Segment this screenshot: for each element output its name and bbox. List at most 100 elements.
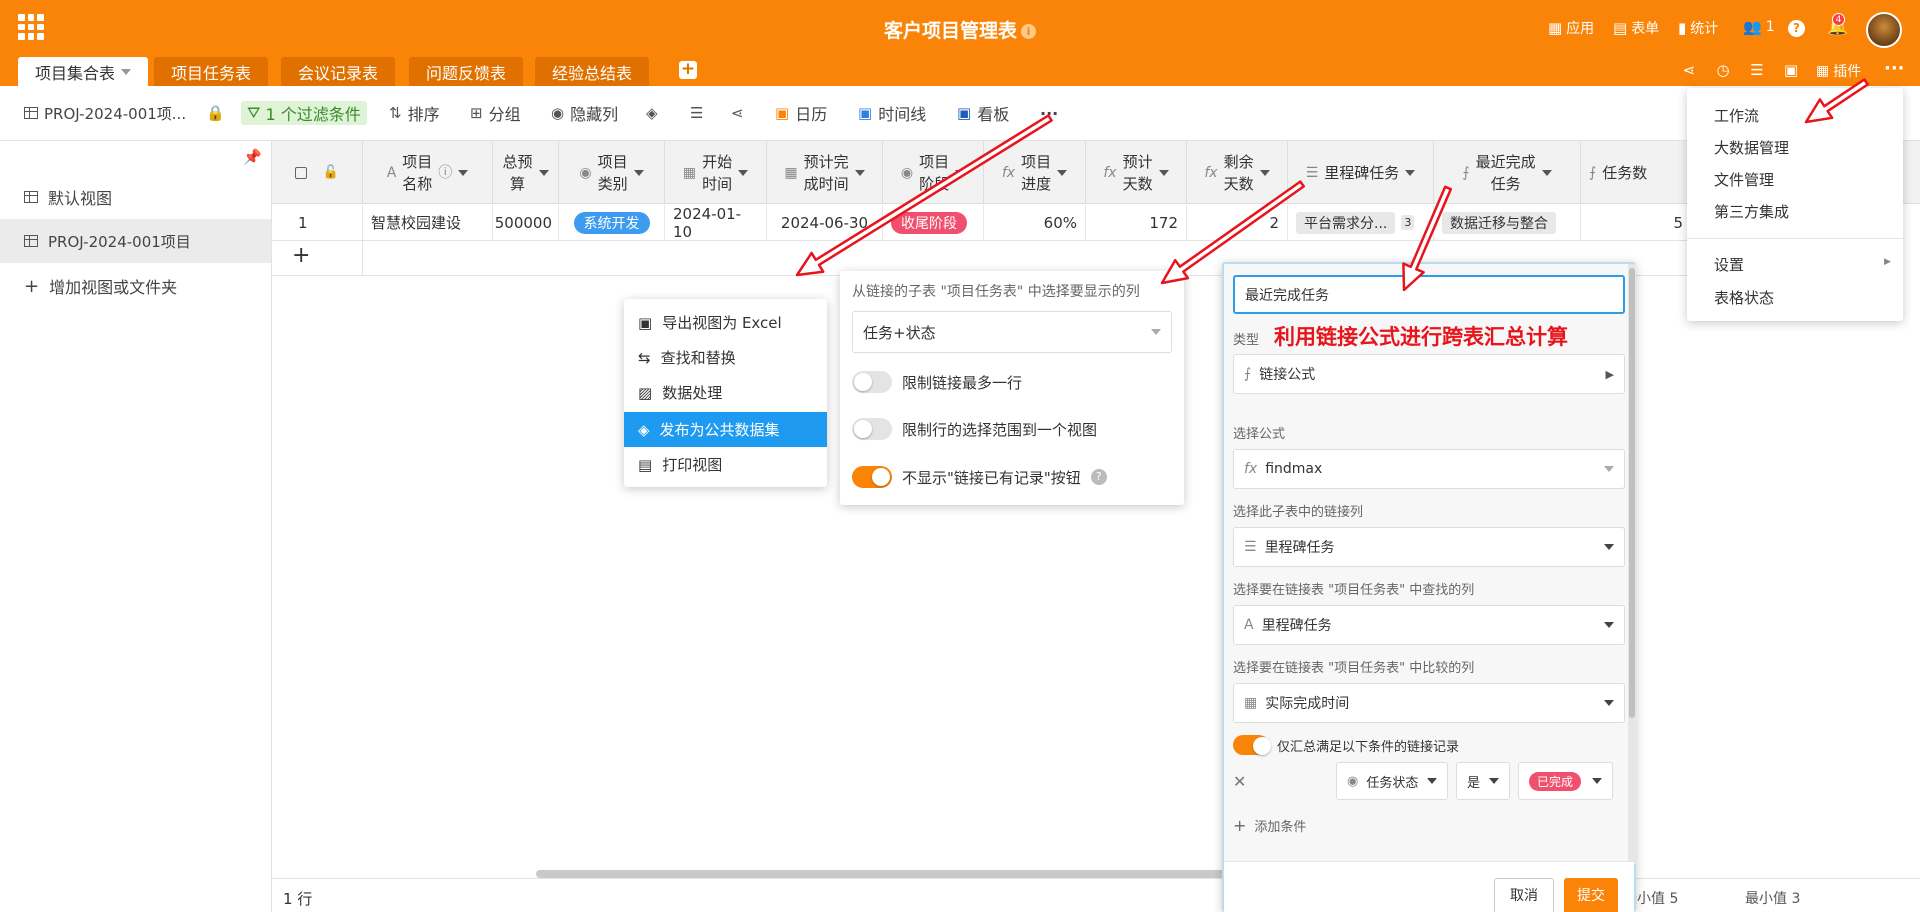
formula-select[interactable]: fx findmax [1233,449,1625,489]
tab-issue-feedback[interactable]: 问题反馈表 [409,57,524,86]
type-select[interactable]: ⨍ 链接公式 ▶ [1233,354,1625,394]
chevron-down-icon[interactable] [955,169,966,176]
add-view-button[interactable]: + 增加视图或文件夹 [0,264,271,308]
column-name-input[interactable]: 最近完成任务 [1233,275,1625,314]
help-icon[interactable]: ? [1788,20,1805,37]
help-icon[interactable]: ? [1090,469,1107,485]
remove-condition-icon[interactable]: ✕ [1233,772,1246,791]
menu-item-print-view[interactable]: ▤ 打印视图 [624,447,827,482]
add-condition-button[interactable]: + 添加条件 [1233,816,1306,835]
lookup-column-select[interactable]: A 里程碑任务 [1233,605,1625,645]
chevron-down-icon[interactable] [1541,169,1552,176]
script-icon[interactable]: ▣ [1782,61,1800,79]
stats-button[interactable]: ▮ 统计 [1678,18,1718,38]
plugins-button[interactable]: ▦ 插件 [1816,61,1861,81]
lock-icon[interactable]: 🔒 [206,100,225,126]
share-icon[interactable]: ⋖ [1680,61,1698,79]
cell-stage[interactable]: 收尾阶段 [883,205,984,240]
chevron-down-icon[interactable] [538,169,549,176]
toggle-limit-view[interactable] [852,418,892,440]
users-button[interactable]: 👥 1 [1743,18,1775,36]
help-icon[interactable]: ⓘ [438,162,452,184]
cancel-button[interactable]: 取消 [1494,878,1554,912]
cell-end[interactable]: 2024-06-30 [767,205,883,240]
settings-sliders-icon[interactable]: ☰ [1748,61,1766,79]
column-header-budget[interactable]: 总预 算 [493,141,559,204]
view-selector[interactable]: PROJ-2024-001项... [24,100,186,126]
menu-item-publish-dataset[interactable]: ◈ 发布为公共数据集 [624,412,827,447]
group-button[interactable]: ⊞ 分组 [470,100,521,126]
column-header-milestone[interactable]: ☰ 里程碑任务 [1288,141,1434,204]
menu-item-big-data[interactable]: 大数据管理 [1714,137,1789,158]
calendar-button[interactable]: ▣ 日历 [775,100,827,126]
column-header-start[interactable]: ▦ 开始 时间 [665,141,767,204]
menu-item-file-manage[interactable]: 文件管理 [1714,169,1774,190]
sidebar-item-proj-view[interactable]: PROJ-2024-001项目 [0,219,271,263]
column-header-name[interactable]: A 项目 名称 ⓘ [363,141,493,204]
submit-button[interactable]: 提交 [1564,878,1618,912]
chevron-down-icon[interactable] [1057,169,1068,176]
display-column-select[interactable]: 任务+状态 [852,311,1172,353]
link-column-select[interactable]: ☰ 里程碑任务 [1233,527,1625,567]
toggle-condition[interactable] [1233,735,1271,755]
history-icon[interactable]: ◷ [1714,61,1732,79]
chevron-down-icon[interactable] [1405,169,1416,176]
cell-name[interactable]: 智慧校园建设 [363,205,493,240]
condition-operator-select[interactable]: 是 [1456,762,1510,800]
kanban-button[interactable]: ▣ 看板 [957,100,1009,126]
chevron-down-icon[interactable] [458,169,469,176]
toolbar-more-button[interactable]: ··· [1040,100,1058,126]
cell-start[interactable]: 2024-01-10 [665,205,767,241]
chevron-down-icon[interactable] [738,169,749,176]
sidebar-item-default-view[interactable]: 默认视图 [0,175,271,219]
menu-item-table-status[interactable]: 表格状态 [1714,287,1774,308]
timeline-button[interactable]: ▣ 时间线 [858,100,926,126]
column-header-stage[interactable]: ◉ 项目 阶段 [883,141,984,204]
panel-scrollbar[interactable] [1628,264,1636,864]
lock-icon[interactable]: 🔓 [323,162,339,184]
checkbox[interactable] [294,166,307,179]
tab-meeting-records[interactable]: 会议记录表 [281,57,396,86]
footer-stat-min3[interactable]: 最小值 3 [1745,888,1800,908]
share-view-button[interactable]: ⋖ [731,100,744,126]
tab-lessons-learned[interactable]: 经验总结表 [535,57,650,86]
toggle-limit-one-row[interactable] [852,371,892,393]
chevron-down-icon[interactable] [121,68,132,75]
chevron-down-icon[interactable] [633,169,644,176]
column-header-progress[interactable]: fx 项目 进度 [984,141,1086,204]
menu-item-export-excel[interactable]: ▣ 导出视图为 Excel [624,305,827,340]
row-height-button[interactable]: ☰ [690,100,703,126]
tab-project-tasks[interactable]: 项目任务表 [154,57,269,86]
menu-item-integrations[interactable]: 第三方集成 [1714,201,1789,222]
info-icon[interactable]: i [1021,24,1036,39]
form-button[interactable]: ▤ 表单 [1613,18,1659,38]
fill-color-button[interactable]: ◈ [646,100,658,126]
apps-button[interactable]: ▦ 应用 [1548,18,1594,38]
cell-milestone[interactable]: 平台需求分... 3 [1288,205,1434,240]
add-row-button[interactable]: + [292,243,310,268]
compare-column-select[interactable]: ▦ 实际完成时间 [1233,683,1625,723]
toggle-hide-link-button[interactable] [852,466,892,488]
avatar[interactable] [1866,12,1902,48]
column-header-task-count[interactable]: ⨍ 任务数 [1581,141,1692,204]
menu-item-find-replace[interactable]: ⇆ 查找和替换 [624,340,827,375]
tab-project-collection[interactable]: 项目集合表 [18,57,149,86]
menu-item-data-processing[interactable]: ▨ 数据处理 [624,375,827,410]
menu-item-settings[interactable]: 设置 [1714,254,1744,275]
add-table-button[interactable]: + [679,61,697,79]
column-header-end[interactable]: ▦ 预计完 成时间 [767,141,883,204]
menu-item-workflow[interactable]: 工作流 [1714,105,1759,126]
chevron-down-icon[interactable] [1259,169,1270,176]
column-header-recent[interactable]: ⨍ 最近完成 任务 [1434,141,1581,204]
filter-button[interactable]: ⛛ 1 个过滤条件 [241,100,367,126]
column-header-remaining[interactable]: fx 剩余 天数 [1187,141,1288,204]
condition-value-select[interactable]: 已完成 [1518,762,1613,800]
column-header-category[interactable]: ◉ 项目 类别 [559,141,665,204]
chevron-down-icon[interactable] [1158,169,1169,176]
cell-category[interactable]: 系统开发 [559,205,665,240]
horizontal-scrollbar[interactable] [536,870,1236,878]
chevron-down-icon[interactable] [854,169,865,176]
pin-icon[interactable]: 📌 [243,148,262,166]
condition-field-select[interactable]: ◉ 任务状态 [1336,762,1448,800]
cell-budget[interactable]: 500000 [493,205,559,240]
